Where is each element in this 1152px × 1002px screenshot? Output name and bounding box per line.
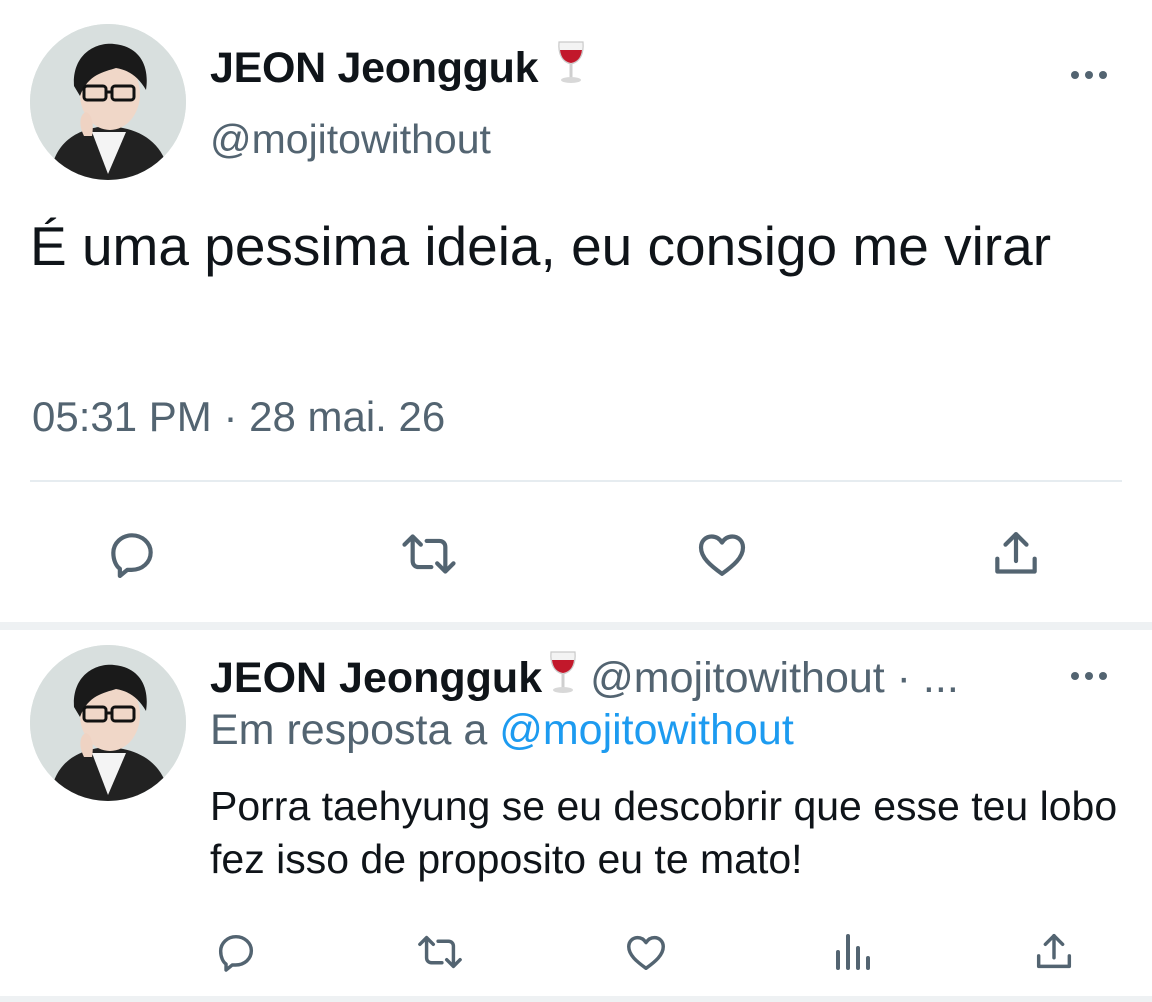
tweet-timestamp[interactable]: 05:31 PM · 28 mai. 26 <box>32 393 445 441</box>
reply-author-handle[interactable]: @mojitowithout · ... <box>590 654 959 702</box>
reply-header: JEON Jeongguk @mojitowithout · ... <box>210 650 959 703</box>
like-button[interactable] <box>620 926 672 978</box>
reply-context: Em resposta a @mojitowithout <box>210 706 794 755</box>
section-separator <box>0 622 1152 630</box>
reply-mention-link[interactable]: @mojitowithout <box>499 706 794 754</box>
reply-button[interactable] <box>210 926 262 978</box>
like-button[interactable] <box>690 522 754 586</box>
wine-glass-icon <box>550 651 576 693</box>
author-name-text: JEON Jeongguk <box>210 44 539 92</box>
reply-author-name[interactable]: JEON Jeongguk <box>210 654 542 702</box>
retweet-button[interactable] <box>394 522 464 586</box>
more-options-icon[interactable] <box>1071 71 1107 79</box>
analytics-icon <box>836 934 870 970</box>
divider <box>30 480 1122 482</box>
share-button[interactable] <box>984 522 1048 586</box>
reply-button[interactable] <box>100 522 164 586</box>
retweet-icon <box>402 534 456 574</box>
analytics-button[interactable] <box>826 926 878 978</box>
more-options-icon[interactable] <box>1071 672 1107 680</box>
share-icon <box>995 532 1037 574</box>
author-handle[interactable]: @mojitowithout <box>210 116 491 163</box>
share-icon <box>1036 933 1072 969</box>
reply-text: Porra taehyung se eu descobrir que esse … <box>210 783 1118 882</box>
like-icon <box>698 534 746 576</box>
retweet-button[interactable] <box>410 926 470 978</box>
author-name[interactable]: JEON Jeongguk <box>210 40 586 93</box>
reply-icon <box>218 934 254 972</box>
avatar-image <box>30 645 186 801</box>
avatar[interactable] <box>30 24 186 180</box>
share-button[interactable] <box>1028 926 1080 978</box>
reply-prefix: Em resposta a <box>210 706 500 754</box>
reply-icon <box>111 533 153 579</box>
divider <box>0 996 1152 1002</box>
tweet-text: É uma pessima ideia, eu consigo me virar <box>30 215 1052 277</box>
reply-avatar[interactable] <box>30 645 186 801</box>
avatar-image <box>30 24 186 180</box>
wine-glass-icon <box>558 41 584 83</box>
retweet-icon <box>418 935 462 969</box>
like-icon <box>627 935 665 971</box>
